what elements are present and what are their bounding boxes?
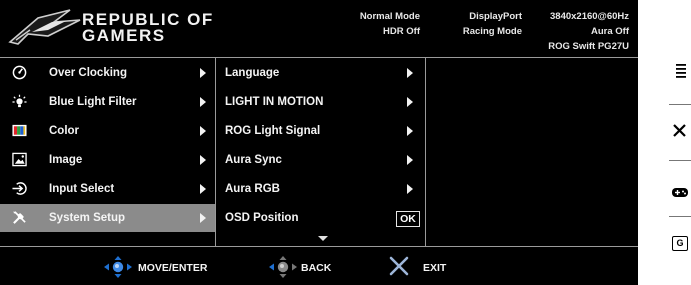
chevron-right-icon bbox=[407, 126, 413, 136]
status-mode: Normal Mode bbox=[359, 11, 420, 22]
status-aura: Aura Off bbox=[591, 26, 629, 37]
chevron-right-icon bbox=[407, 155, 413, 165]
image-icon bbox=[12, 152, 27, 167]
submenu-item-label: OSD Position bbox=[225, 212, 299, 224]
submenu-item-aura-sync[interactable]: Aura Sync bbox=[216, 146, 425, 174]
menu-item-label: Blue Light Filter bbox=[49, 96, 137, 108]
osd-header: REPUBLIC OF GAMERS Normal Mode HDR Off D… bbox=[0, 0, 638, 56]
input-arrow-icon bbox=[12, 182, 27, 195]
options-panel bbox=[426, 58, 638, 246]
chevron-right-icon bbox=[200, 184, 206, 194]
overclock-gauge-icon bbox=[12, 65, 27, 80]
chevron-right-icon bbox=[407, 68, 413, 78]
osd-footer: MOVE/ENTER BACK EXIT bbox=[0, 247, 638, 285]
gameplus-icon[interactable]: G bbox=[672, 236, 688, 251]
status-model: ROG Swift PG27U bbox=[548, 41, 629, 52]
close-icon[interactable] bbox=[669, 121, 689, 141]
menu-item-image[interactable]: Image bbox=[0, 146, 215, 174]
submenu-item-label: Language bbox=[225, 67, 280, 79]
gamepad-icon[interactable] bbox=[669, 183, 689, 203]
back-joystick-icon[interactable] bbox=[269, 256, 297, 278]
rog-eye-logo bbox=[8, 9, 81, 45]
submenu-item-label: LIGHT IN MOTION bbox=[225, 96, 324, 108]
submenu-item-label: ROG Light Signal bbox=[225, 125, 321, 137]
submenu-item-osd-position[interactable]: OSD Position bbox=[216, 204, 425, 232]
light-bulb-icon bbox=[12, 94, 27, 108]
chevron-right-icon bbox=[407, 184, 413, 194]
side-divider bbox=[669, 160, 691, 161]
exit-label: EXIT bbox=[423, 262, 447, 274]
menu-item-label: Color bbox=[49, 125, 80, 137]
scroll-down-icon[interactable] bbox=[318, 236, 328, 241]
side-divider bbox=[669, 216, 691, 217]
move-joystick-icon bbox=[104, 256, 132, 278]
osd-menu: REPUBLIC OF GAMERS Normal Mode HDR Off D… bbox=[0, 0, 638, 285]
submenu-item-label: Aura RGB bbox=[225, 183, 280, 195]
menu-item-label: Image bbox=[49, 154, 83, 166]
status-input: DisplayPort bbox=[469, 11, 522, 22]
menu-item-blue-light-filter[interactable]: Blue Light Filter bbox=[0, 88, 215, 116]
ok-button[interactable]: OK bbox=[396, 211, 420, 227]
chevron-right-icon bbox=[200, 126, 206, 136]
chevron-right-icon bbox=[200, 155, 206, 165]
back-label: BACK bbox=[301, 262, 332, 274]
menu-item-label: Input Select bbox=[49, 183, 115, 195]
menu-item-label: System Setup bbox=[49, 212, 126, 224]
brand-wordmark: REPUBLIC OF GAMERS bbox=[82, 11, 214, 45]
menu-item-over-clocking[interactable]: Over Clocking bbox=[0, 59, 215, 87]
status-hdr: HDR Off bbox=[383, 26, 420, 37]
submenu-item-label: Aura Sync bbox=[225, 154, 282, 166]
chevron-right-icon bbox=[200, 213, 206, 223]
submenu-item-light-in-motion[interactable]: LIGHT IN MOTION bbox=[216, 88, 425, 116]
chevron-right-icon bbox=[200, 68, 206, 78]
menu-item-input-select[interactable]: Input Select bbox=[0, 175, 215, 203]
status-resolution: 3840x2160@60Hz bbox=[550, 11, 629, 22]
menu-item-label: Over Clocking bbox=[49, 67, 127, 79]
menu-item-system-setup[interactable]: System Setup bbox=[0, 204, 215, 232]
submenu-item-rog-light-signal[interactable]: ROG Light Signal bbox=[216, 117, 425, 145]
color-palette-icon bbox=[12, 124, 27, 137]
chevron-right-icon bbox=[200, 97, 206, 107]
status-preset: Racing Mode bbox=[462, 26, 522, 37]
chevron-right-icon bbox=[407, 97, 413, 107]
brand-line-2: GAMERS bbox=[82, 26, 166, 45]
submenu-item-aura-rgb[interactable]: Aura RGB bbox=[216, 175, 425, 203]
exit-icon[interactable] bbox=[389, 256, 409, 276]
submenu-item-language[interactable]: Language bbox=[216, 59, 425, 87]
menu-item-color[interactable]: Color bbox=[0, 117, 215, 145]
side-divider bbox=[669, 104, 691, 105]
move-enter-label: MOVE/ENTER bbox=[138, 262, 208, 274]
menu-icon[interactable] bbox=[669, 61, 689, 81]
wrench-screwdriver-icon bbox=[13, 211, 26, 224]
